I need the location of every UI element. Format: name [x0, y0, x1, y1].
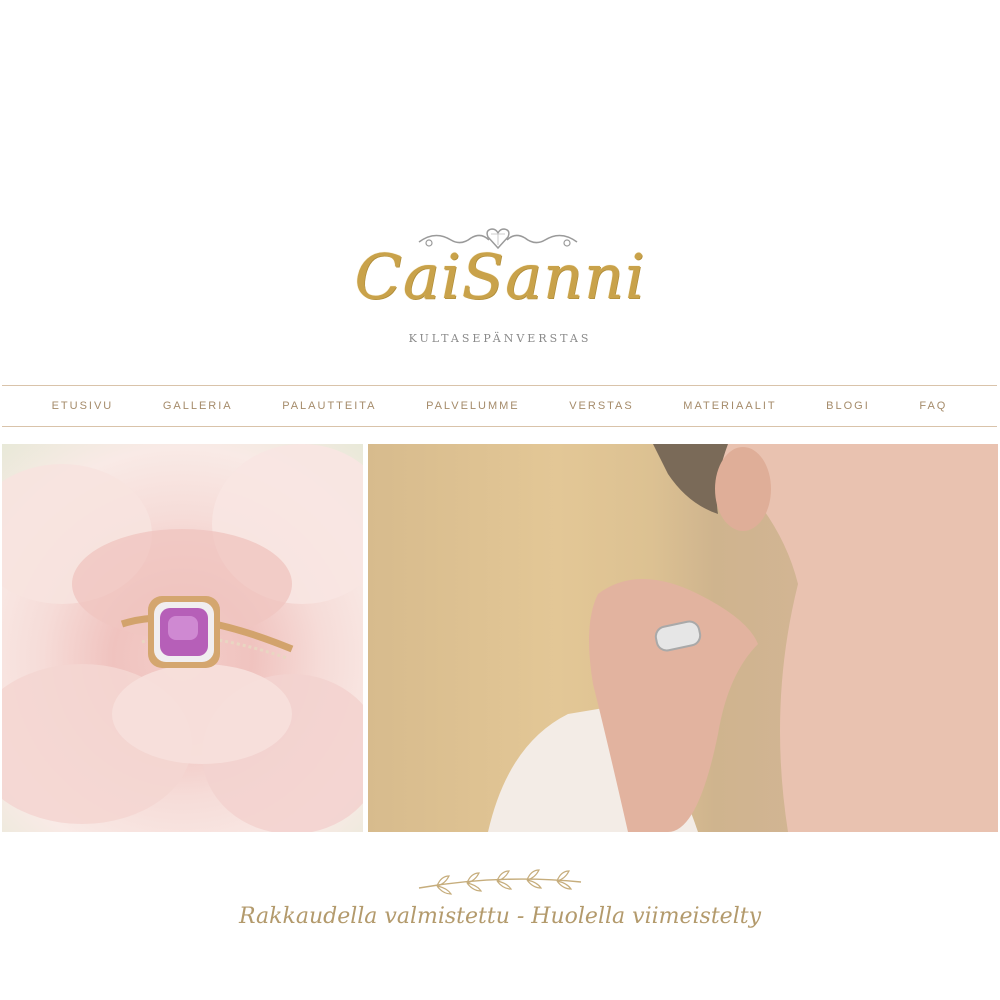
nav-item-faq[interactable]: FAQ	[919, 400, 947, 412]
nav-item-palautteita[interactable]: PALAUTTEITA	[282, 400, 376, 412]
tagline: Rakkaudella valmistettu - Huolella viime…	[238, 904, 762, 929]
nav-item-materiaalit[interactable]: MATERIAALIT	[683, 400, 776, 412]
nav-item-verstas[interactable]: VERSTAS	[569, 400, 634, 412]
nav-item-galleria[interactable]: GALLERIA	[163, 400, 233, 412]
hero-image-woman-ring	[368, 444, 998, 832]
nav-item-etusivu[interactable]: ETUSIVU	[52, 400, 114, 412]
nav-item-palvelumme[interactable]: PALVELUMME	[426, 400, 520, 412]
site-logo[interactable]: CaiSanni KULTASEPÄNVERSTAS	[0, 220, 1000, 350]
hero-image-ring-on-rose	[2, 444, 363, 832]
brand-subtitle: KULTASEPÄNVERSTAS	[408, 332, 592, 345]
branch-ornament-icon	[418, 869, 582, 895]
main-nav: ETUSIVU GALLERIA PALAUTTEITA PALVELUMME …	[2, 385, 997, 427]
brand-name: CaiSanni	[354, 240, 646, 313]
nav-item-blogi[interactable]: BLOGI	[826, 400, 870, 412]
